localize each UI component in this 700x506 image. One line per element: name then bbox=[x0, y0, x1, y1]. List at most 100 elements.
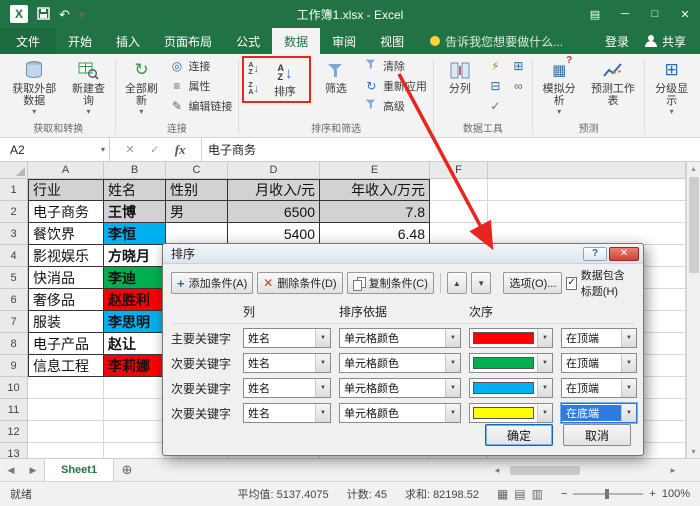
combo-arrow-icon[interactable]: ▼ bbox=[445, 329, 460, 347]
sheet-tab-sheet1[interactable]: Sheet1 bbox=[44, 459, 114, 481]
zoom-in-icon[interactable]: + bbox=[649, 488, 655, 500]
column-header-A[interactable]: A bbox=[28, 162, 104, 179]
scroll-left-icon[interactable]: ◂ bbox=[486, 465, 508, 476]
column-header-E[interactable]: E bbox=[320, 162, 430, 179]
tab-审阅[interactable]: 审阅 bbox=[320, 28, 368, 54]
combo-arrow-icon[interactable]: ▼ bbox=[445, 379, 460, 397]
combo-arrow-icon[interactable]: ▼ bbox=[621, 354, 636, 372]
horizontal-scroll-thumb[interactable] bbox=[510, 466, 580, 475]
cell-B1[interactable]: 姓名 bbox=[104, 179, 166, 201]
edit-links-button[interactable]: ✎ 编辑链接 bbox=[166, 96, 235, 116]
insert-function-icon[interactable]: fx bbox=[175, 142, 186, 158]
flash-fill-button[interactable]: ⚡ bbox=[485, 56, 506, 76]
cell-G1[interactable] bbox=[488, 179, 686, 201]
cell-A5[interactable]: 快消品 bbox=[28, 267, 104, 289]
page-layout-view-icon[interactable]: ▤ bbox=[514, 487, 525, 501]
clear-button[interactable]: 清除 bbox=[361, 56, 430, 76]
dialog-close-button[interactable]: ✕ bbox=[609, 247, 639, 261]
name-box-dropdown-icon[interactable]: ▾ bbox=[101, 146, 105, 154]
filter-button[interactable]: 筛选 bbox=[313, 56, 359, 97]
cell-B11[interactable] bbox=[104, 399, 166, 421]
combo-arrow-icon[interactable]: ▼ bbox=[621, 329, 636, 347]
cell-A4[interactable]: 影视娱乐 bbox=[28, 245, 104, 267]
sort-order-combo-2[interactable]: 在顶端▼ bbox=[561, 353, 637, 373]
cell-A9[interactable]: 信息工程 bbox=[28, 355, 104, 377]
copy-level-button[interactable]: 复制条件(C) bbox=[347, 272, 434, 294]
zoom-out-icon[interactable]: − bbox=[561, 488, 567, 500]
combo-arrow-icon[interactable]: ▼ bbox=[445, 354, 460, 372]
sort-on-combo-4[interactable]: 单元格颜色▼ bbox=[339, 403, 461, 423]
row-header-7[interactable]: 7 bbox=[0, 311, 28, 333]
cancel-entry-icon[interactable]: ✕ bbox=[125, 143, 134, 156]
row-header-13[interactable]: 13 bbox=[0, 443, 28, 458]
forecast-sheet-button[interactable]: 预测工作表 bbox=[585, 56, 642, 109]
cell-F1[interactable] bbox=[430, 179, 488, 201]
text-to-columns-button[interactable]: 分列 bbox=[437, 56, 483, 97]
cell-A3[interactable]: 餐饮界 bbox=[28, 223, 104, 245]
cell-D2[interactable]: 6500 bbox=[228, 201, 320, 223]
scroll-right-icon[interactable]: ▸ bbox=[662, 465, 684, 476]
combo-arrow-icon[interactable]: ▼ bbox=[537, 354, 552, 372]
cell-C2[interactable]: 男 bbox=[166, 201, 228, 223]
ok-button[interactable]: 确定 bbox=[485, 424, 553, 446]
combo-arrow-icon[interactable]: ▼ bbox=[315, 404, 330, 422]
sort-on-combo-2[interactable]: 单元格颜色▼ bbox=[339, 353, 461, 373]
cell-A10[interactable] bbox=[28, 377, 104, 399]
tab-公式[interactable]: 公式 bbox=[224, 28, 272, 54]
row-header-6[interactable]: 6 bbox=[0, 289, 28, 311]
get-external-data-button[interactable]: 获取外部数据 ▾ bbox=[5, 56, 64, 118]
share-button[interactable]: 共享 bbox=[645, 33, 686, 50]
cell-C3[interactable] bbox=[166, 223, 228, 245]
row-header-1[interactable]: 1 bbox=[0, 179, 28, 201]
cell-A11[interactable] bbox=[28, 399, 104, 421]
relationships-button[interactable]: ∞ bbox=[508, 76, 529, 96]
combo-arrow-icon[interactable]: ▼ bbox=[315, 379, 330, 397]
cell-B3[interactable]: 李恒 bbox=[104, 223, 166, 245]
refresh-all-button[interactable]: ↻ 全部刷新 ▾ bbox=[118, 56, 164, 118]
sort-column-combo-3[interactable]: 姓名▼ bbox=[243, 378, 331, 398]
select-all-corner[interactable] bbox=[0, 162, 28, 179]
combo-arrow-icon[interactable]: ▼ bbox=[537, 404, 552, 422]
header-checkbox[interactable]: ✓ 数据包含标题(H) bbox=[566, 267, 635, 299]
cell-E3[interactable]: 6.48 bbox=[320, 223, 430, 245]
row-header-3[interactable]: 3 bbox=[0, 223, 28, 245]
combo-arrow-icon[interactable]: ▼ bbox=[621, 379, 636, 397]
sort-dialog-titlebar[interactable]: 排序 ? ✕ bbox=[163, 244, 643, 264]
column-header-blank[interactable] bbox=[488, 162, 686, 179]
column-header-B[interactable]: B bbox=[104, 162, 166, 179]
sign-in-button[interactable]: 登录 bbox=[605, 33, 629, 50]
sort-color-combo-3[interactable]: ▼ bbox=[469, 378, 553, 398]
cell-C1[interactable]: 性别 bbox=[166, 179, 228, 201]
cell-E2[interactable]: 7.8 bbox=[320, 201, 430, 223]
sort-column-combo-4[interactable]: 姓名▼ bbox=[243, 403, 331, 423]
reapply-button[interactable]: ↻ 重新应用 bbox=[361, 76, 430, 96]
vertical-scroll-thumb[interactable] bbox=[689, 177, 699, 273]
normal-view-icon[interactable]: ▦ bbox=[497, 487, 508, 501]
page-break-view-icon[interactable]: ▥ bbox=[532, 487, 543, 501]
ribbon-display-options-icon[interactable]: ▤ bbox=[580, 0, 610, 28]
horizontal-scrollbar[interactable]: ◂ ▸ bbox=[486, 459, 700, 481]
advanced-button[interactable]: 高级 bbox=[361, 96, 430, 116]
move-up-button[interactable]: ▲ bbox=[447, 272, 467, 294]
row-header-12[interactable]: 12 bbox=[0, 421, 28, 443]
column-header-F[interactable]: F bbox=[430, 162, 488, 179]
tab-数据[interactable]: 数据 bbox=[272, 28, 320, 54]
cell-A8[interactable]: 电子产品 bbox=[28, 333, 104, 355]
combo-arrow-icon[interactable]: ▼ bbox=[537, 329, 552, 347]
row-header-10[interactable]: 10 bbox=[0, 377, 28, 399]
cell-B6[interactable]: 赵胜利 bbox=[104, 289, 166, 311]
previous-sheet-icon[interactable]: ◀ bbox=[0, 459, 22, 481]
sort-descending-button[interactable]: ZA↓ bbox=[245, 79, 262, 99]
cell-B10[interactable] bbox=[104, 377, 166, 399]
cancel-button[interactable]: 取消 bbox=[563, 424, 631, 446]
cell-A2[interactable]: 电子商务 bbox=[28, 201, 104, 223]
add-level-button[interactable]: + 添加条件(A) bbox=[171, 272, 253, 294]
sort-column-combo-1[interactable]: 姓名▼ bbox=[243, 328, 331, 348]
zoom-slider[interactable] bbox=[573, 493, 643, 495]
close-button[interactable]: ✕ bbox=[670, 0, 700, 28]
combo-arrow-icon[interactable]: ▼ bbox=[537, 379, 552, 397]
cell-B12[interactable] bbox=[104, 421, 166, 443]
vertical-scrollbar[interactable]: ▴ ▾ bbox=[686, 162, 700, 458]
row-header-11[interactable]: 11 bbox=[0, 399, 28, 421]
cell-A13[interactable] bbox=[28, 443, 104, 458]
